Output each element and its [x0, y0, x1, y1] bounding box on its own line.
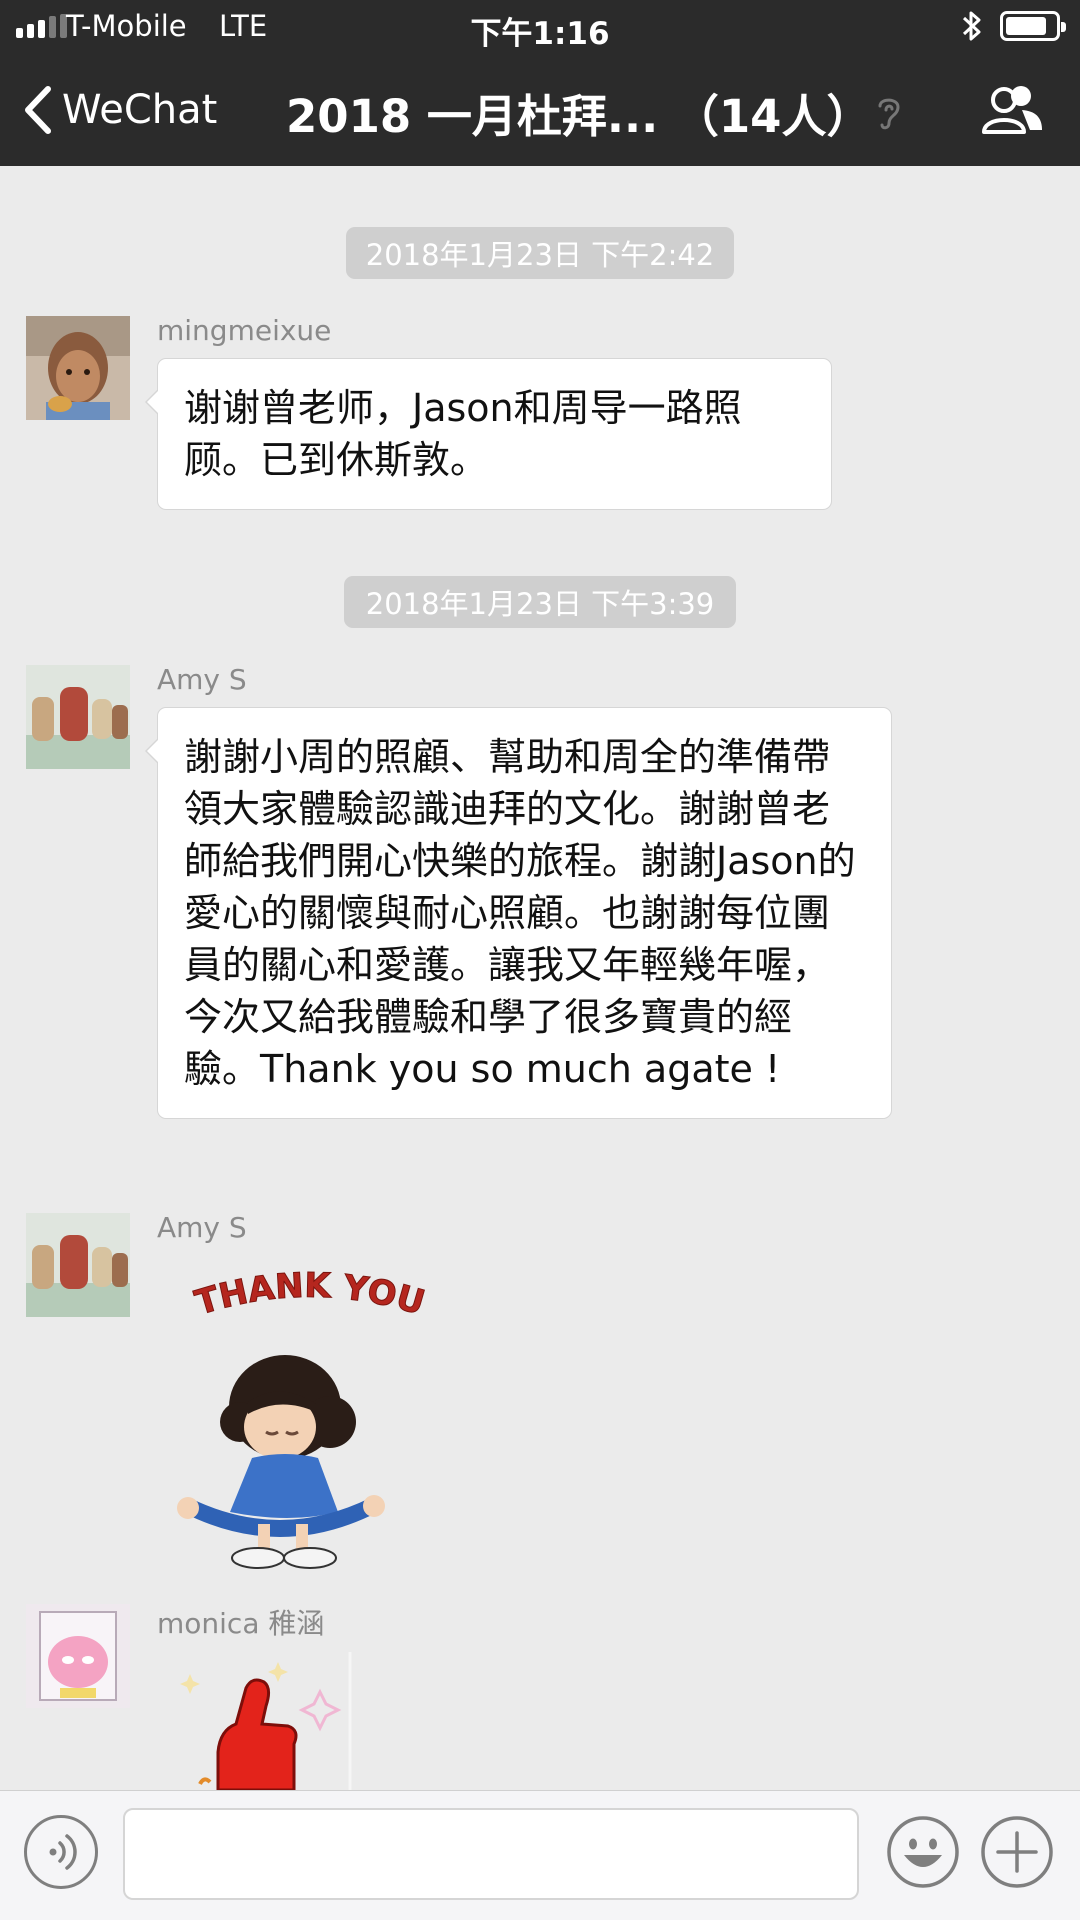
emoji-icon[interactable]: [886, 1815, 960, 1889]
battery-icon: [1000, 11, 1066, 41]
avatar[interactable]: [26, 665, 130, 769]
group-members-icon[interactable]: [980, 82, 1044, 138]
sender-name: Amy S: [157, 1211, 247, 1244]
timestamp-label: 2018年1月23日 下午3:39: [344, 576, 736, 628]
voice-input-button[interactable]: [24, 1815, 98, 1889]
thumbs-up-sticker[interactable]: [160, 1652, 360, 1790]
chevron-left-icon: [25, 86, 51, 134]
status-bar: T-Mobile LTE 下午1:16: [0, 0, 1080, 56]
sticker-caption: THANK YOU: [190, 1265, 429, 1324]
mute-notifications-icon: [878, 98, 900, 130]
avatar[interactable]: [26, 1213, 130, 1317]
back-label: WeChat: [62, 87, 218, 133]
voice-icon: [49, 1834, 77, 1870]
timestamp-label: 2018年1月23日 下午2:42: [346, 227, 734, 279]
sender-name: Amy S: [157, 663, 247, 696]
sender-name: monica 稚涵: [157, 1607, 325, 1640]
bluetooth-icon: [962, 11, 981, 41]
chat-title: 2018 一月杜拜... （14人）: [286, 90, 872, 143]
status-time: 下午1:16: [470, 16, 610, 52]
thank-you-sticker[interactable]: THANK YOU: [170, 1262, 460, 1572]
svg-text:THANK YOU: THANK YOU: [191, 1266, 429, 1324]
message-bubble[interactable]: 謝謝小周的照顧、幫助和周全的準備帶領大家體驗認識迪拜的文化。謝謝曾老師給我們開心…: [145, 707, 892, 1119]
back-button[interactable]: WeChat: [20, 78, 217, 142]
plus-icon[interactable]: [980, 1815, 1054, 1889]
input-bar: [0, 1790, 1080, 1920]
avatar[interactable]: [26, 1604, 130, 1708]
sender-name: mingmeixue: [157, 314, 332, 347]
top-bar: T-Mobile LTE 下午1:16 WeChat 2018 一月杜拜... …: [0, 0, 1080, 166]
avatar[interactable]: [26, 316, 130, 420]
message-input[interactable]: [123, 1808, 859, 1900]
message-bubble[interactable]: 谢谢曾老师，Jason和周导一路照顾。已到休斯敦。: [145, 358, 832, 510]
